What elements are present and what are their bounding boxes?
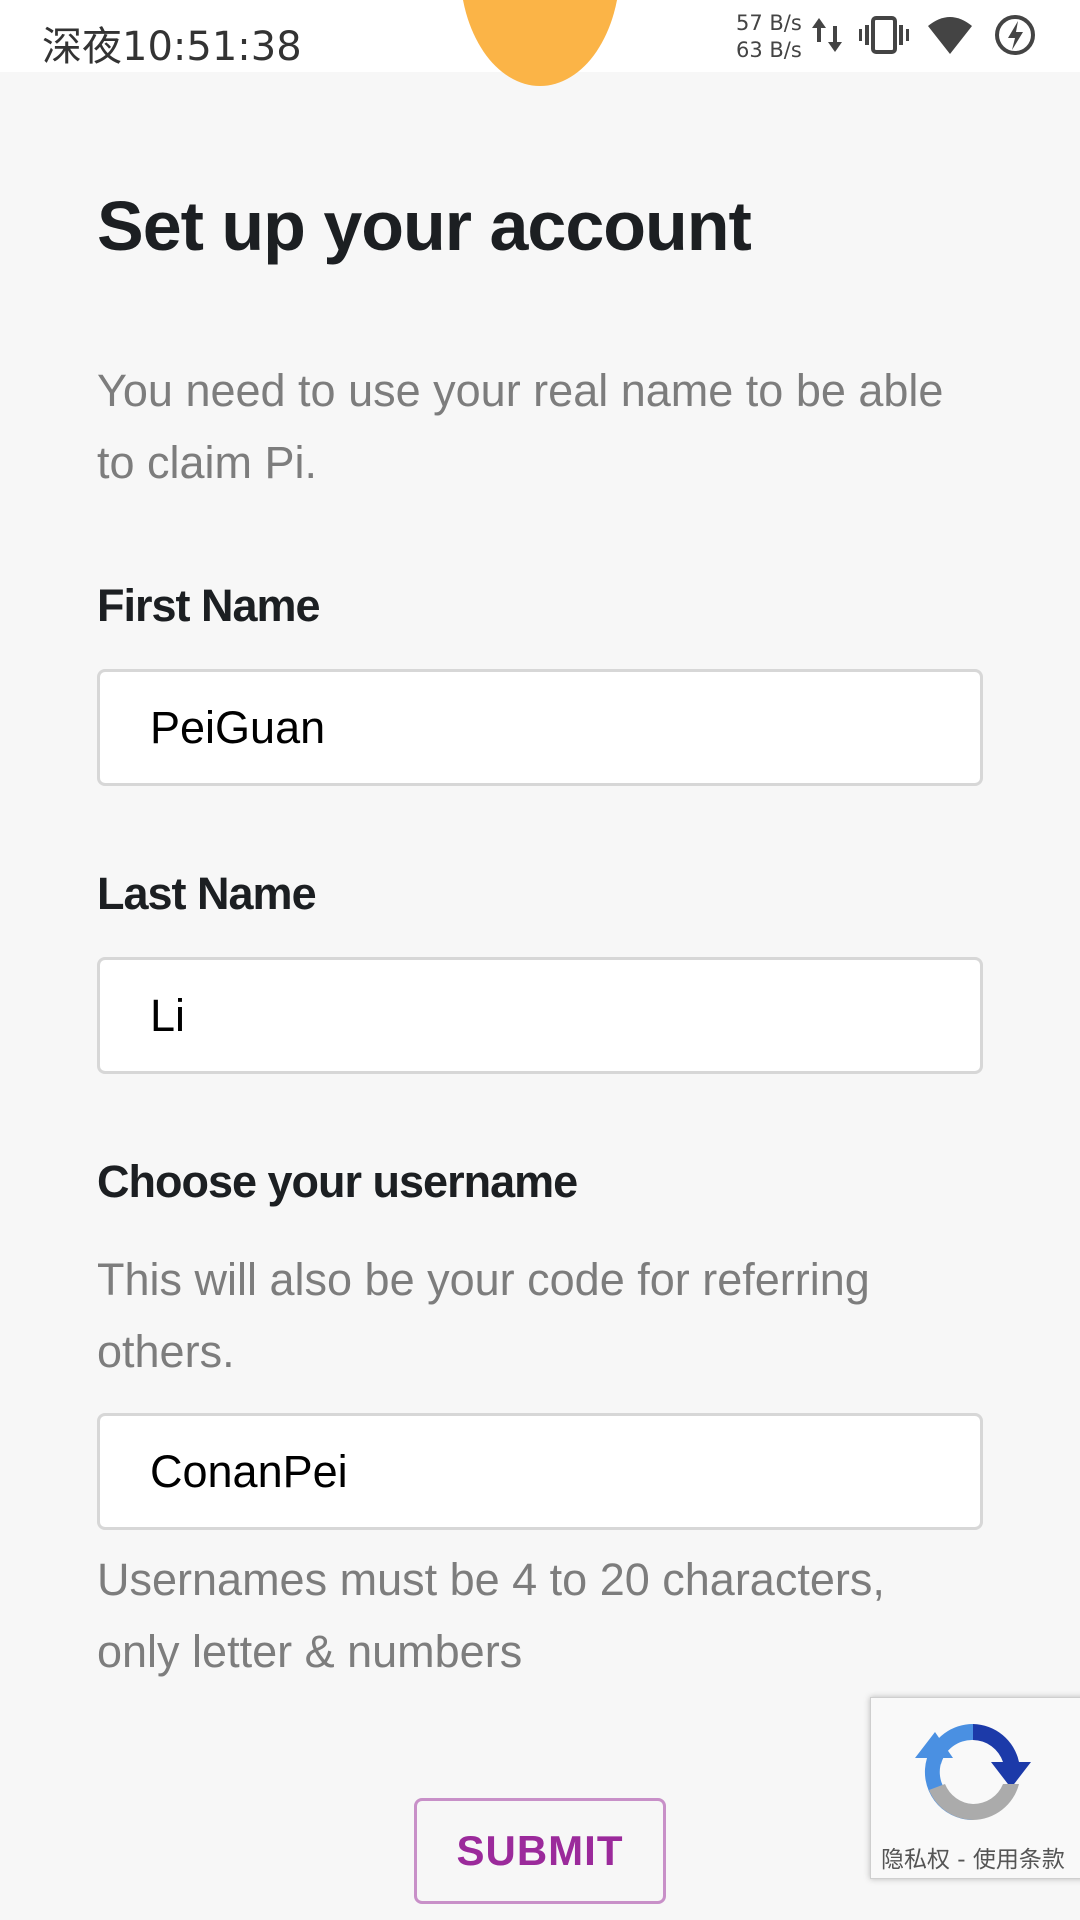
battery-saver-icon <box>995 15 1035 55</box>
username-label: Choose your username <box>97 1156 578 1207</box>
page-title: Set up your account <box>97 187 752 265</box>
recaptcha-terms-link[interactable]: 使用条款 <box>973 1847 1065 1873</box>
last-name-label: Last Name <box>97 868 317 919</box>
recaptcha-links: 隐私权 - 使用条款 <box>881 1840 1065 1874</box>
status-time: 深夜10:51:38 <box>42 24 302 70</box>
recaptcha-icon <box>915 1723 1031 1821</box>
recaptcha-privacy-link[interactable]: 隐私权 <box>881 1847 950 1873</box>
first-name-input[interactable] <box>97 669 983 786</box>
recaptcha-badge[interactable]: 隐私权 - 使用条款 <box>870 1697 1080 1879</box>
page-description: You need to use your real name to be abl… <box>97 365 944 488</box>
network-speed: 57 B/s 63 B/s <box>736 10 802 64</box>
username-input[interactable] <box>97 1413 983 1530</box>
vibrate-icon <box>859 16 909 54</box>
submit-button[interactable]: SUBMIT <box>414 1798 666 1904</box>
last-name-input[interactable] <box>97 957 983 1074</box>
pi-logo <box>460 0 620 86</box>
first-name-label: First Name <box>97 580 321 631</box>
screen: 深夜10:51:38 57 B/s 63 B/s Set up your acc… <box>0 0 1080 1920</box>
upload-speed: 57 B/s <box>736 11 802 35</box>
download-speed: 63 B/s <box>736 38 802 62</box>
username-hint: Usernames must be 4 to 20 characters, on… <box>97 1554 885 1677</box>
recaptcha-separator: - <box>950 1847 973 1873</box>
wifi-icon <box>928 17 972 54</box>
username-description: This will also be your code for referrin… <box>97 1254 870 1377</box>
data-transfer-icon <box>812 18 842 52</box>
